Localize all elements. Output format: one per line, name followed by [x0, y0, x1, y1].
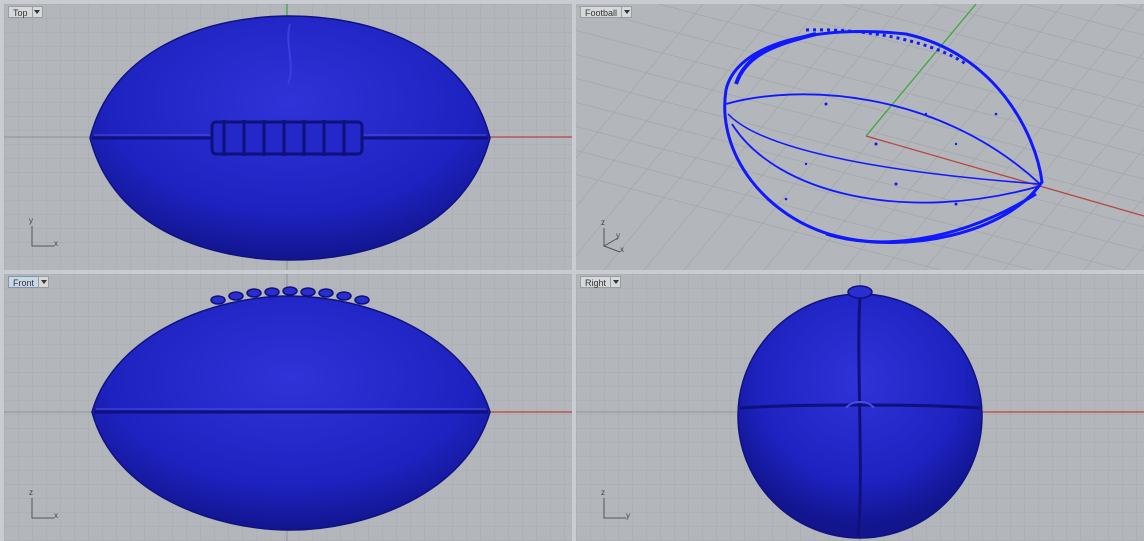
viewport-label-top[interactable]: Top	[8, 6, 43, 18]
y-axis-line	[865, 4, 977, 137]
viewport-title[interactable]: Football	[580, 6, 622, 18]
viewport-right[interactable]: Right z y	[576, 274, 1144, 541]
chevron-down-icon[interactable]	[38, 276, 50, 288]
viewport-title[interactable]: Right	[580, 276, 611, 288]
viewport-label-right[interactable]: Right	[580, 276, 622, 288]
axis-triad: z x	[24, 488, 64, 524]
viewport-top[interactable]: Top y x	[4, 4, 572, 270]
axis-label: x	[54, 511, 58, 520]
perspective-view-canvas[interactable]	[576, 4, 1144, 270]
perspective-grid	[576, 4, 1144, 270]
axis-label: z	[29, 488, 33, 497]
chevron-down-icon[interactable]	[621, 6, 633, 18]
axis-label: x	[54, 239, 58, 248]
viewport-label-front[interactable]: Front	[8, 276, 50, 288]
axis-triad: y x	[24, 216, 64, 252]
axis-label: z	[601, 488, 605, 497]
axis-label: y	[626, 511, 630, 520]
viewport-title[interactable]: Front	[8, 276, 39, 288]
viewport-title[interactable]: Top	[8, 6, 32, 18]
right-view-canvas[interactable]	[576, 274, 1144, 541]
axis-label: x	[620, 245, 624, 254]
front-view-canvas[interactable]	[4, 274, 572, 541]
viewport-front[interactable]: Front z x	[4, 274, 572, 541]
viewport-perspective[interactable]: Football z y x	[576, 4, 1144, 270]
top-view-canvas[interactable]	[4, 4, 572, 270]
chevron-down-icon[interactable]	[610, 276, 622, 288]
axis-label: z	[601, 218, 605, 227]
viewport-label-perspective[interactable]: Football	[580, 6, 633, 18]
chevron-down-icon[interactable]	[31, 6, 43, 18]
x-axis-line	[865, 135, 1144, 217]
axis-triad: z y	[596, 488, 636, 524]
axis-label: y	[616, 231, 620, 240]
axis-label: y	[29, 216, 33, 225]
axis-triad: z y x	[596, 218, 636, 256]
